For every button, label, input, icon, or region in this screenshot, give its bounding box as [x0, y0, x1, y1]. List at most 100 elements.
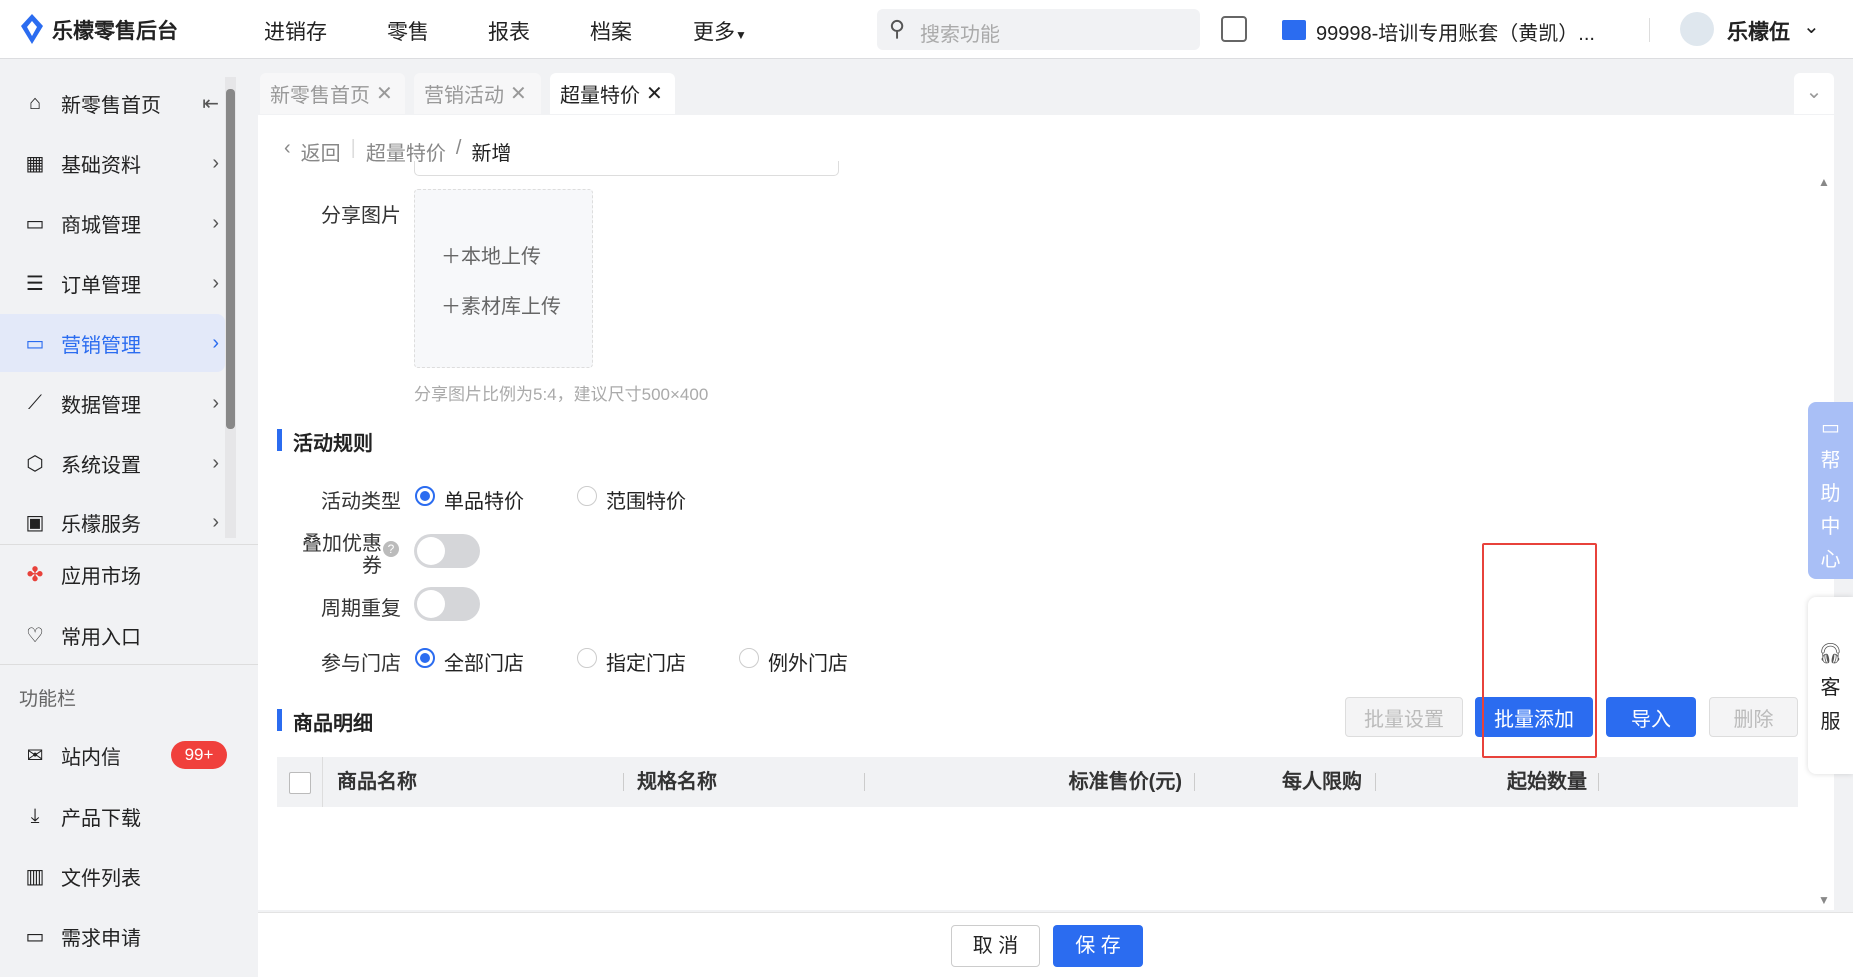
sidebar-item-favorites[interactable]: ♡ 常用入口	[0, 606, 225, 664]
upload-local-button[interactable]: ＋本地上传	[441, 240, 541, 269]
chevron-right-icon: ›	[212, 391, 219, 414]
avatar[interactable]	[1680, 12, 1714, 46]
image-upload-box: ＋本地上传 ＋素材库上传	[414, 189, 593, 368]
radio-single-price[interactable]	[415, 486, 435, 506]
unread-badge: 99+	[171, 741, 227, 769]
customer-service-widget[interactable]: 🎧︎ 客 服	[1808, 597, 1853, 774]
close-icon[interactable]: ✕	[510, 81, 527, 106]
chevron-right-icon: ›	[212, 510, 219, 533]
sidebar-item-label: 常用入口	[61, 626, 141, 649]
coupon-toggle[interactable]	[414, 534, 480, 568]
section-label: 功能栏	[19, 689, 77, 710]
scroll-up-icon[interactable]: ▲	[1818, 175, 1830, 189]
partial-input[interactable]	[414, 161, 839, 176]
sidebar-item-requests[interactable]: ▭ 需求申请	[0, 907, 225, 965]
store-label: 参与门店	[321, 653, 401, 675]
radio-specified-stores[interactable]	[577, 648, 597, 668]
collapse-icon[interactable]: ⇤	[202, 91, 219, 116]
bar-chart-icon: ▥	[25, 865, 45, 888]
sidebar-item-orders[interactable]: ☰ 订单管理 ›	[0, 254, 225, 312]
briefcase-icon: ▣	[25, 511, 45, 534]
mail-icon: ✉	[26, 744, 44, 767]
scroll-down-icon[interactable]: ▼	[1818, 893, 1830, 907]
tab-excess-price[interactable]: 超量特价 ✕	[550, 73, 675, 114]
nav-inventory[interactable]: 进销存	[264, 16, 327, 46]
sidebar-item-settings[interactable]: ⬡ 系统设置 ›	[0, 434, 225, 492]
select-all-checkbox[interactable]	[289, 772, 311, 794]
sidebar-item-label: 订单管理	[61, 274, 141, 297]
document-icon: ☰	[26, 272, 44, 295]
store-icon: ▭	[25, 212, 45, 235]
batch-add-button[interactable]: 批量添加	[1475, 697, 1593, 737]
chevron-right-icon: ›	[212, 331, 219, 354]
monitor-icon: ▭	[25, 332, 45, 355]
nav-more[interactable]: 更多▼	[693, 16, 747, 46]
tab-home[interactable]: 新零售首页 ✕	[260, 73, 405, 114]
user-name[interactable]: 乐檬伍	[1727, 16, 1790, 46]
upload-library-button[interactable]: ＋素材库上传	[441, 290, 561, 319]
comment-icon: ▭	[25, 925, 45, 948]
sidebar-item-label: 基础资料	[61, 154, 141, 177]
account-name[interactable]: 99998-培训专用账套（黄凯）...	[1316, 17, 1595, 46]
close-icon[interactable]: ✕	[646, 81, 663, 106]
tab-marketing[interactable]: 营销活动 ✕	[414, 73, 541, 114]
sidebar-item-app-market[interactable]: ✤ 应用市场	[0, 545, 225, 603]
sidebar-item-label: 数据管理	[61, 394, 141, 417]
top-bar: 乐檬零售后台 进销存 零售 报表 档案 更多▼ ⚲ 搜索功能 99998-培训专…	[0, 0, 1853, 59]
sidebar-item-download[interactable]: ⤓ 产品下载	[0, 787, 225, 845]
help-icon[interactable]: ?	[383, 541, 399, 557]
scrollbar-thumb[interactable]	[226, 89, 235, 429]
column-header-spec: 规格名称	[637, 771, 717, 793]
search-placeholder: 搜索功能	[920, 24, 1000, 46]
sidebar-item-label: 需求申请	[61, 927, 141, 950]
sidebar-item-label: 新零售首页	[61, 94, 161, 117]
radio-range-price[interactable]	[577, 486, 597, 506]
column-header-price: 标准售价(元)	[1068, 771, 1182, 793]
batch-settings-button[interactable]: 批量设置	[1345, 697, 1463, 737]
sidebar-item-label: 产品下载	[61, 807, 141, 830]
column-header-name: 商品名称	[337, 771, 417, 793]
save-button[interactable]: 保 存	[1053, 925, 1143, 967]
download-icon: ⤓	[30, 804, 40, 827]
radio-all-stores[interactable]	[415, 648, 435, 668]
radio-label: 例外门店	[768, 653, 848, 675]
nav-retail[interactable]: 零售	[387, 16, 429, 46]
sidebar-item-home[interactable]: ⌂ 新零售首页 ⇤	[0, 74, 225, 132]
sidebar-item-basic[interactable]: ▦ 基础资料 ›	[0, 134, 225, 192]
chevron-down-icon[interactable]: ⌄	[1803, 14, 1820, 39]
tabs-dropdown[interactable]: ⌄	[1794, 73, 1834, 114]
sidebar-item-label: 站内信	[61, 746, 121, 769]
import-button[interactable]: 导入	[1606, 697, 1696, 737]
grid-icon: ▦	[25, 152, 45, 175]
cancel-button[interactable]: 取 消	[951, 925, 1040, 967]
printer-icon[interactable]	[1221, 16, 1247, 42]
close-icon[interactable]: ✕	[376, 81, 393, 106]
sidebar-item-files[interactable]: ▥ 文件列表	[0, 847, 225, 905]
divider	[322, 757, 323, 807]
radio-excluded-stores[interactable]	[739, 648, 759, 668]
activity-type-label: 活动类型	[321, 491, 401, 513]
sidebar-item-marketing[interactable]: ▭ 营销管理 ›	[0, 314, 225, 372]
back-icon[interactable]: ‹	[284, 137, 291, 166]
nav-reports[interactable]: 报表	[488, 16, 530, 46]
help-center-widget[interactable]: ▭ 帮 助 中 心	[1808, 402, 1853, 579]
repeat-toggle[interactable]	[414, 587, 480, 621]
search-input[interactable]: ⚲ 搜索功能	[877, 9, 1200, 50]
service-char: 服	[1820, 711, 1841, 733]
sidebar-item-messages[interactable]: ✉ 站内信 99+	[0, 726, 258, 784]
sidebar-item-data[interactable]: ⟋ 数据管理 ›	[0, 374, 225, 432]
column-separator	[1375, 773, 1376, 791]
sidebar-item-mall[interactable]: ▭ 商城管理 ›	[0, 194, 225, 252]
delete-button[interactable]: 删除	[1709, 697, 1798, 737]
pinwheel-icon: ✤	[26, 563, 44, 586]
account-icon	[1282, 20, 1306, 40]
sidebar-scrollbar[interactable]	[225, 77, 236, 538]
footer-bar: 取 消 保 存	[258, 912, 1853, 977]
search-icon: ⚲	[889, 16, 906, 41]
column-header-start-qty: 起始数量	[1507, 771, 1587, 793]
tab-label: 营销活动	[424, 85, 504, 107]
nav-archives[interactable]: 档案	[590, 16, 632, 46]
back-link[interactable]: 返回	[301, 137, 341, 166]
sidebar-item-service[interactable]: ▣ 乐檬服务 ›	[0, 493, 225, 551]
home-icon: ⌂	[28, 91, 42, 114]
